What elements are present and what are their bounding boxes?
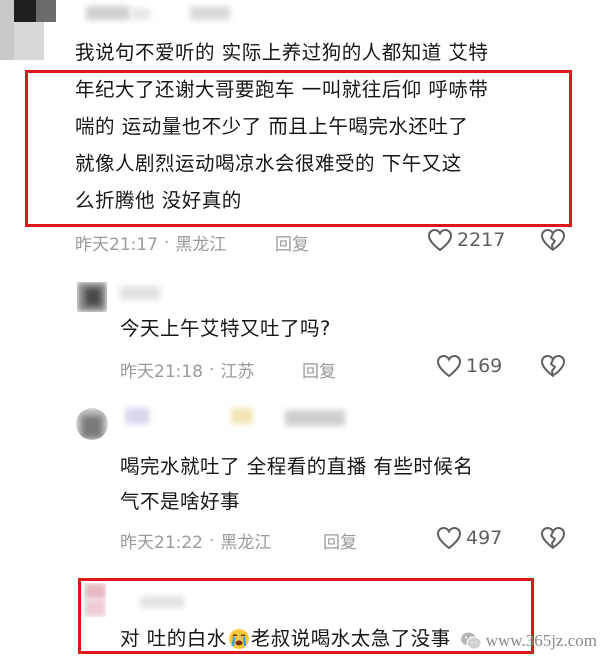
comment-time: 昨天21:18 bbox=[120, 362, 203, 382]
comment-text: 今天上午艾特又吐了吗? bbox=[120, 314, 331, 343]
reply-button[interactable]: 回复 bbox=[302, 357, 336, 382]
comment-location: 黑龙江 bbox=[220, 533, 272, 553]
broken-heart-icon bbox=[541, 355, 565, 377]
username-redacted[interactable] bbox=[80, 6, 240, 22]
comment-meta: 昨天21:22 · 黑龙江 bbox=[120, 528, 272, 554]
broken-heart-icon bbox=[541, 229, 565, 251]
like-button[interactable]: 169 bbox=[436, 354, 502, 378]
user-avatar[interactable] bbox=[76, 408, 108, 440]
comment-location: 黑龙江 bbox=[175, 235, 227, 255]
site-watermark: www.365jz.com bbox=[460, 631, 597, 651]
username-redacted[interactable] bbox=[120, 286, 180, 300]
heart-icon bbox=[427, 228, 453, 252]
username-redacted[interactable] bbox=[125, 408, 365, 428]
comment-line: 我说句不爱听的 实际上养过狗的人都知道 艾特 bbox=[75, 41, 489, 64]
like-button[interactable]: 497 bbox=[436, 526, 502, 550]
like-count: 169 bbox=[466, 355, 503, 377]
like-button[interactable]: 2217 bbox=[427, 228, 505, 252]
comment-text: 喝完水就吐了 全程看的直播 有些时候名 气不是啥好事 bbox=[120, 452, 473, 516]
like-count: 2217 bbox=[457, 229, 506, 251]
meta-separator: · bbox=[209, 359, 215, 380]
reply-button[interactable]: 回复 bbox=[275, 230, 309, 255]
heart-icon bbox=[436, 354, 462, 378]
dislike-button[interactable] bbox=[540, 354, 566, 382]
broken-heart-icon bbox=[541, 527, 565, 549]
comment-line: 喝完水就吐了 全程看的直播 有些时候名 bbox=[120, 455, 474, 478]
comment-line: 气不是啥好事 bbox=[120, 490, 241, 513]
meta-separator: · bbox=[164, 232, 170, 253]
comment-location: 江苏 bbox=[220, 362, 255, 382]
meta-separator: · bbox=[209, 530, 215, 551]
user-avatar[interactable] bbox=[0, 0, 60, 60]
dislike-button[interactable] bbox=[540, 228, 566, 256]
comment-meta: 昨天21:17 · 黑龙江 bbox=[75, 230, 227, 256]
comment-time: 昨天21:22 bbox=[120, 533, 203, 553]
watermark-text: www.365jz.com bbox=[485, 631, 597, 650]
wechat-logo-icon bbox=[460, 632, 482, 650]
like-count: 497 bbox=[466, 527, 503, 549]
comment-meta: 昨天21:18 · 江苏 bbox=[120, 357, 255, 383]
comment-time: 昨天21:17 bbox=[75, 235, 158, 255]
highlight-box bbox=[25, 70, 572, 227]
user-avatar[interactable] bbox=[77, 282, 107, 312]
dislike-button[interactable] bbox=[540, 526, 566, 554]
comment-line: 今天上午艾特又吐了吗? bbox=[120, 317, 331, 340]
heart-icon bbox=[436, 526, 462, 550]
reply-button[interactable]: 回复 bbox=[323, 528, 357, 553]
